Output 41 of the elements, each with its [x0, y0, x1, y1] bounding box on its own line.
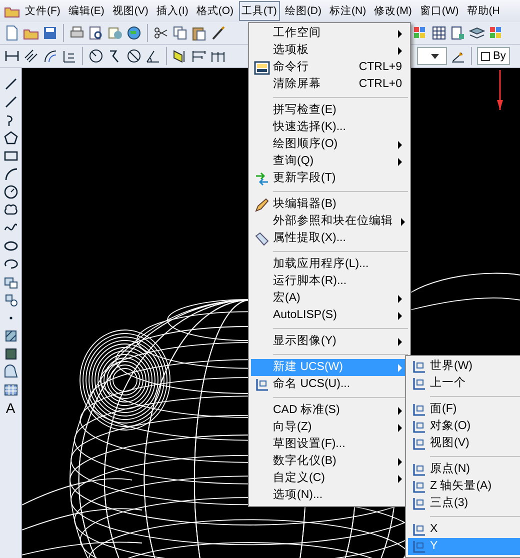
menu-item[interactable]: 查询(Q) — [251, 153, 408, 170]
menu-item[interactable]: 面(F) — [408, 401, 520, 418]
menu-item[interactable]: 属性提取(X)... — [251, 230, 408, 247]
menu-bar-item[interactable]: 绘图(D) — [282, 1, 325, 21]
menu-item[interactable]: 上一个 — [408, 375, 520, 392]
menu-item[interactable]: X — [408, 521, 520, 538]
menu-bar-item[interactable]: 修改(M) — [371, 1, 415, 21]
menu-item[interactable]: 对象(O) — [408, 418, 520, 435]
menu-item[interactable]: 快速选择(K)... — [251, 119, 408, 136]
menu-item[interactable]: 命名 UCS(U)... — [251, 376, 408, 393]
menu-bar-item[interactable]: 格式(O) — [193, 1, 237, 21]
menu-item[interactable]: 世界(W) — [408, 358, 520, 375]
menu-bar-item[interactable]: 帮助(H — [464, 1, 503, 21]
menu-bar-item[interactable]: 视图(V) — [109, 1, 152, 21]
menu-item[interactable]: 更新字段(T) — [251, 170, 408, 187]
text-tool[interactable]: A — [6, 400, 16, 416]
menu-item[interactable]: AutoLISP(S) — [251, 307, 408, 324]
menu-item[interactable]: 视图(V) — [408, 435, 520, 452]
color-dropdown[interactable]: By — [477, 47, 510, 65]
menu-item[interactable]: 原点(N) — [408, 461, 520, 478]
menu-item[interactable]: 绘图顺序(O) — [251, 136, 408, 153]
menu-item[interactable]: 块编辑器(B) — [251, 196, 408, 213]
menu-bar-item[interactable]: 工具(T) — [238, 1, 280, 21]
menu-item[interactable]: 外部参照和块在位编辑 — [251, 213, 408, 230]
menu-item[interactable]: 选项(N)... — [251, 487, 408, 504]
menu-item[interactable]: 拼写检查(E) — [251, 102, 408, 119]
menu-item[interactable]: 清除屏幕 CTRL+0 — [251, 76, 408, 93]
menu-item[interactable]: 运行脚本(R)... — [251, 273, 408, 290]
menu-bar-item[interactable]: 文件(F) — [22, 1, 64, 21]
menu-item[interactable]: 加载应用程序(L)... — [251, 256, 408, 273]
menu-bar-item[interactable]: 插入(I) — [153, 1, 192, 21]
menu-bar-item[interactable]: 窗口(W) — [416, 1, 462, 21]
menu-item[interactable]: 选项板 — [251, 42, 408, 59]
menu-bar-item[interactable]: 标注(N) — [326, 1, 370, 21]
menu-item[interactable]: Z 轴矢量(A) — [408, 478, 520, 495]
menu-item[interactable]: 命令行 CTRL+9 — [251, 59, 408, 76]
menu-item[interactable]: 草图设置(F)... — [251, 436, 408, 453]
menu-item[interactable]: 宏(A) — [251, 290, 408, 307]
menu-item[interactable]: 显示图像(Y) — [251, 333, 408, 350]
menu-item[interactable]: 三点(3) — [408, 495, 520, 512]
menu-bar-item[interactable]: 编辑(E) — [65, 1, 108, 21]
